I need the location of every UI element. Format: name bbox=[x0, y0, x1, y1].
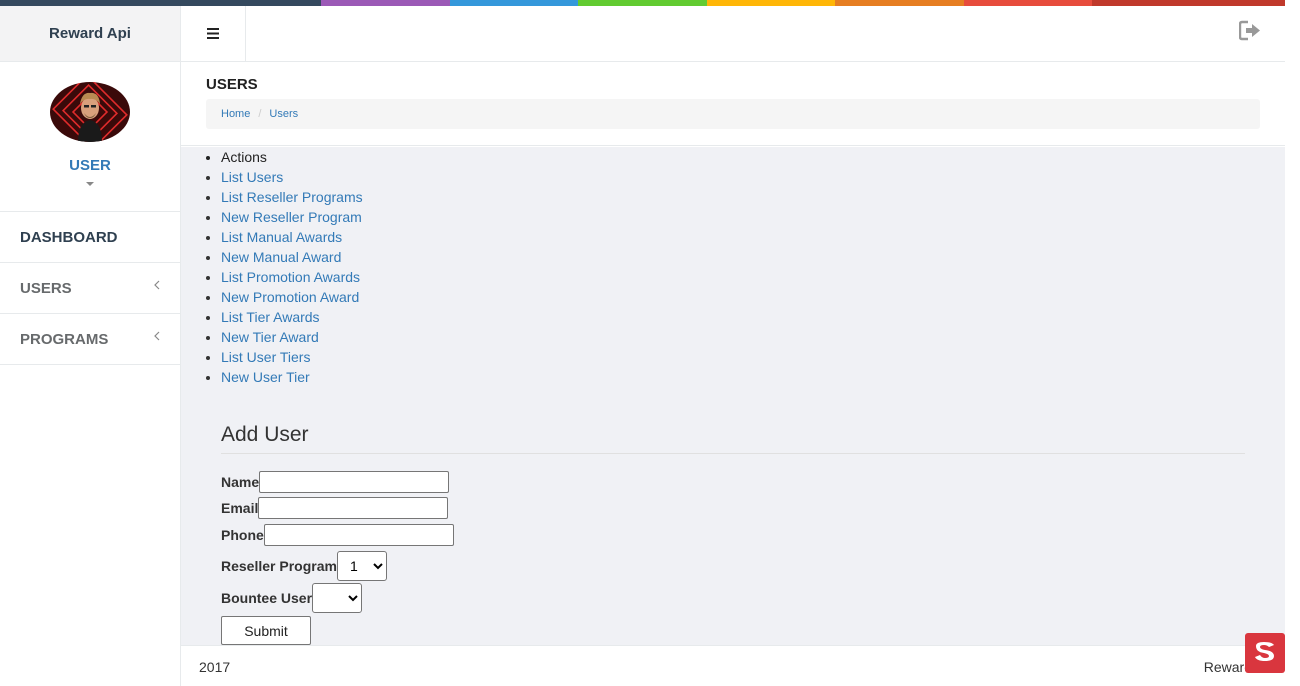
form-title: Add User bbox=[221, 423, 1245, 454]
link-list-promotion-awards[interactable]: List Promotion Awards bbox=[221, 269, 360, 285]
phone-field[interactable] bbox=[263, 524, 454, 546]
list-item: List User Tiers bbox=[221, 347, 363, 367]
page-heading: USERS Home / Users bbox=[181, 62, 1285, 146]
phone-row: Phone bbox=[221, 524, 454, 546]
link-list-user-tiers[interactable]: List User Tiers bbox=[221, 349, 310, 365]
page-title: USERS bbox=[206, 76, 258, 93]
reseller-row: Reseller Program 1 bbox=[221, 551, 387, 581]
actions-heading: Actions bbox=[221, 147, 363, 167]
actions-list: Actions List Users List Reseller Program… bbox=[221, 147, 363, 387]
link-new-manual-award[interactable]: New Manual Award bbox=[221, 249, 341, 265]
brand-name[interactable]: Reward Api bbox=[0, 6, 181, 61]
breadcrumb-home[interactable]: Home bbox=[221, 108, 250, 120]
hamburger-icon bbox=[207, 28, 219, 39]
list-item: New Manual Award bbox=[221, 247, 363, 267]
name-row: Name bbox=[221, 471, 450, 493]
top-navbar: Reward Api bbox=[0, 6, 1285, 62]
footer: 2017 Rewards bbox=[181, 645, 1285, 686]
link-list-tier-awards[interactable]: List Tier Awards bbox=[221, 309, 320, 325]
sidebar-item-label: DASHBOARD bbox=[20, 228, 118, 246]
chevron-left-icon bbox=[154, 331, 160, 341]
breadcrumb-separator: / bbox=[258, 108, 262, 120]
email-row: Email bbox=[221, 497, 449, 519]
main-content: Actions List Users List Reseller Program… bbox=[181, 147, 1285, 645]
email-field[interactable] bbox=[258, 497, 449, 519]
sidebar-item-label: PROGRAMS bbox=[20, 330, 109, 348]
avatar-image bbox=[50, 82, 130, 142]
reseller-program-select[interactable]: 1 bbox=[336, 551, 387, 581]
link-new-user-tier[interactable]: New User Tier bbox=[221, 369, 310, 385]
bountee-row: Bountee User bbox=[221, 583, 363, 613]
link-new-promotion-award[interactable]: New Promotion Award bbox=[221, 289, 359, 305]
list-item: List Promotion Awards bbox=[221, 267, 363, 287]
list-item: List Manual Awards bbox=[221, 227, 363, 247]
bountee-user-label: Bountee User bbox=[221, 590, 313, 606]
link-list-manual-awards[interactable]: List Manual Awards bbox=[221, 229, 342, 245]
list-item: New Promotion Award bbox=[221, 287, 363, 307]
list-item: List Tier Awards bbox=[221, 307, 363, 327]
sidebar-item-programs[interactable]: PROGRAMS bbox=[0, 314, 180, 365]
caret-down-icon[interactable] bbox=[86, 182, 94, 186]
name-label: Name bbox=[221, 474, 260, 490]
list-item: New User Tier bbox=[221, 367, 363, 387]
breadcrumb: Home / Users bbox=[206, 99, 1260, 129]
link-list-users[interactable]: List Users bbox=[221, 169, 283, 185]
profile-name[interactable]: USER bbox=[0, 157, 180, 174]
submit-button[interactable]: Submit bbox=[221, 616, 311, 645]
sidebar-item-label: USERS bbox=[20, 279, 72, 297]
chevron-left-icon bbox=[154, 280, 160, 290]
list-item: New Reseller Program bbox=[221, 207, 363, 227]
phone-label: Phone bbox=[221, 527, 264, 543]
list-item: List Reseller Programs bbox=[221, 187, 363, 207]
name-field[interactable] bbox=[259, 471, 450, 493]
logout-button[interactable] bbox=[1238, 20, 1265, 44]
add-user-form: Add User Name Email Phone Reseller Progr… bbox=[221, 423, 1245, 645]
link-new-reseller-program[interactable]: New Reseller Program bbox=[221, 209, 362, 225]
floating-widget-button[interactable] bbox=[1245, 633, 1285, 673]
reseller-program-label: Reseller Program bbox=[221, 558, 337, 574]
sidebar-item-dashboard[interactable]: DASHBOARD bbox=[0, 212, 180, 263]
link-list-reseller-programs[interactable]: List Reseller Programs bbox=[221, 189, 363, 205]
sign-out-icon bbox=[1238, 20, 1260, 41]
list-item: New Tier Award bbox=[221, 327, 363, 347]
email-label: Email bbox=[221, 500, 259, 516]
footer-year: 2017 bbox=[199, 659, 231, 675]
sidebar-item-users[interactable]: USERS bbox=[0, 263, 180, 314]
link-new-tier-award[interactable]: New Tier Award bbox=[221, 329, 319, 345]
breadcrumb-users[interactable]: Users bbox=[269, 108, 298, 120]
sidebar: USER DASHBOARD USERS PROGRAMS bbox=[0, 62, 181, 686]
profile-panel: USER bbox=[0, 62, 180, 212]
list-item: List Users bbox=[221, 167, 363, 187]
menu-toggle-button[interactable] bbox=[181, 6, 246, 61]
chat-widget-icon bbox=[1255, 642, 1274, 661]
bountee-user-select[interactable] bbox=[312, 583, 363, 613]
avatar[interactable] bbox=[50, 82, 130, 142]
